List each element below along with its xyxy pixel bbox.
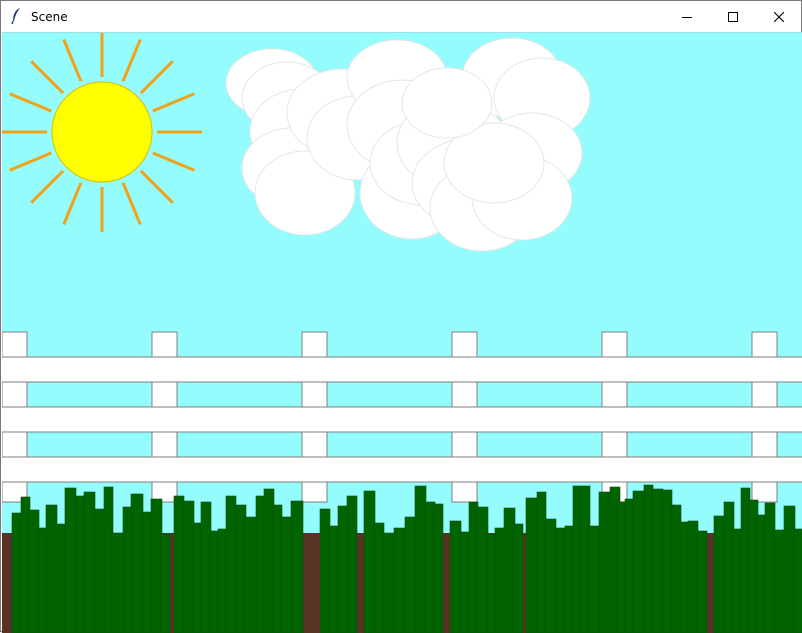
grass-blade [624,498,635,633]
grass-blade [670,504,682,633]
grass-blade [414,485,427,633]
grass-blade [748,499,759,633]
grass-blade [130,493,144,633]
grass-blade [513,523,524,633]
grass-blade [793,528,802,633]
grass-blade [263,488,275,633]
grass-blade [723,501,735,633]
grass-blade [182,500,195,633]
grass-blade [150,498,163,633]
grass-blade [173,495,185,633]
maximize-button[interactable] [710,1,756,32]
grass-blade [651,488,664,633]
grass-blade [764,502,776,633]
grass-blade [404,516,417,633]
grass-blade [740,487,751,633]
close-icon [774,11,784,22]
fence-rail [2,456,802,483]
grass-blade [449,520,462,633]
grass-blade [280,516,293,633]
grass-blade [200,501,212,633]
grass-blade [572,485,583,633]
grass-blade [756,514,767,633]
minimize-icon [682,12,692,22]
grass-blade [696,530,708,633]
cloud-puff [401,67,493,139]
grass-blade [319,508,331,633]
grass-blade [160,533,171,633]
grass-blade [28,509,40,633]
grass-blade [486,533,497,633]
grass-blade [272,504,283,633]
grass-blade [234,504,247,633]
grass-blade [103,486,114,633]
grass-blade [459,531,471,633]
window-title: Scene [31,10,68,24]
cloud [225,37,591,252]
grass-blade [20,496,31,633]
grass-blade [225,495,237,633]
grass-blade [643,484,654,633]
scene-canvas [2,32,802,633]
scene-drawing [2,33,802,633]
grass-blade [83,491,96,633]
grass-blade [564,525,575,633]
title-bar[interactable]: Scene [1,1,801,32]
minimize-button[interactable] [664,1,710,32]
grass-blade [679,521,690,633]
grass-blade [11,512,23,633]
grass-blade [476,506,489,633]
grass-blade [544,518,557,633]
maximize-icon [728,11,738,22]
close-button[interactable] [756,1,802,32]
fence-rail [2,356,802,383]
grass-blade [337,505,349,633]
grass-blade [111,532,125,633]
grass-blade [732,528,743,633]
grass-blade [74,495,86,633]
grass-blade [588,525,601,633]
grass-blade [503,507,516,633]
grass-blade [783,505,796,633]
grass-blade [433,503,444,633]
app-window: Scene [0,0,802,633]
grass-blade [346,495,358,633]
grass-blade [209,530,220,633]
grass-blade [373,522,385,633]
grass-blade [468,501,479,633]
grass-blade [494,527,506,633]
grass-blade [536,491,547,633]
grass-blade [141,511,153,633]
grass-blade [393,527,407,633]
grass-blade [217,528,228,633]
grass-blade [290,500,304,633]
grass-blade [424,501,436,633]
grass-blade [192,522,203,633]
grass-blade [713,515,726,633]
grass-blade [554,527,567,633]
grass-blade [632,490,646,633]
grass-blade [122,506,133,633]
grass-blade [773,529,786,633]
grass-blade [363,490,376,633]
grass-blade [244,516,258,633]
feather-icon [9,7,25,25]
grass-blade [55,523,67,633]
grass-blade [37,527,48,633]
grass-blade [328,525,340,633]
grass-blade [661,489,673,633]
grass-blade [93,508,106,633]
grass-blade [382,532,396,633]
grass-blade [687,520,699,633]
grass-blade [607,508,619,633]
grass-blade [255,495,266,633]
grass-blade [525,497,539,633]
grass-blade [616,501,627,633]
grass-blade [580,485,591,633]
grass-blade [45,504,58,633]
sun [51,81,153,183]
grass-blade [64,487,77,633]
fence-rail [2,406,802,433]
fence [2,331,802,503]
